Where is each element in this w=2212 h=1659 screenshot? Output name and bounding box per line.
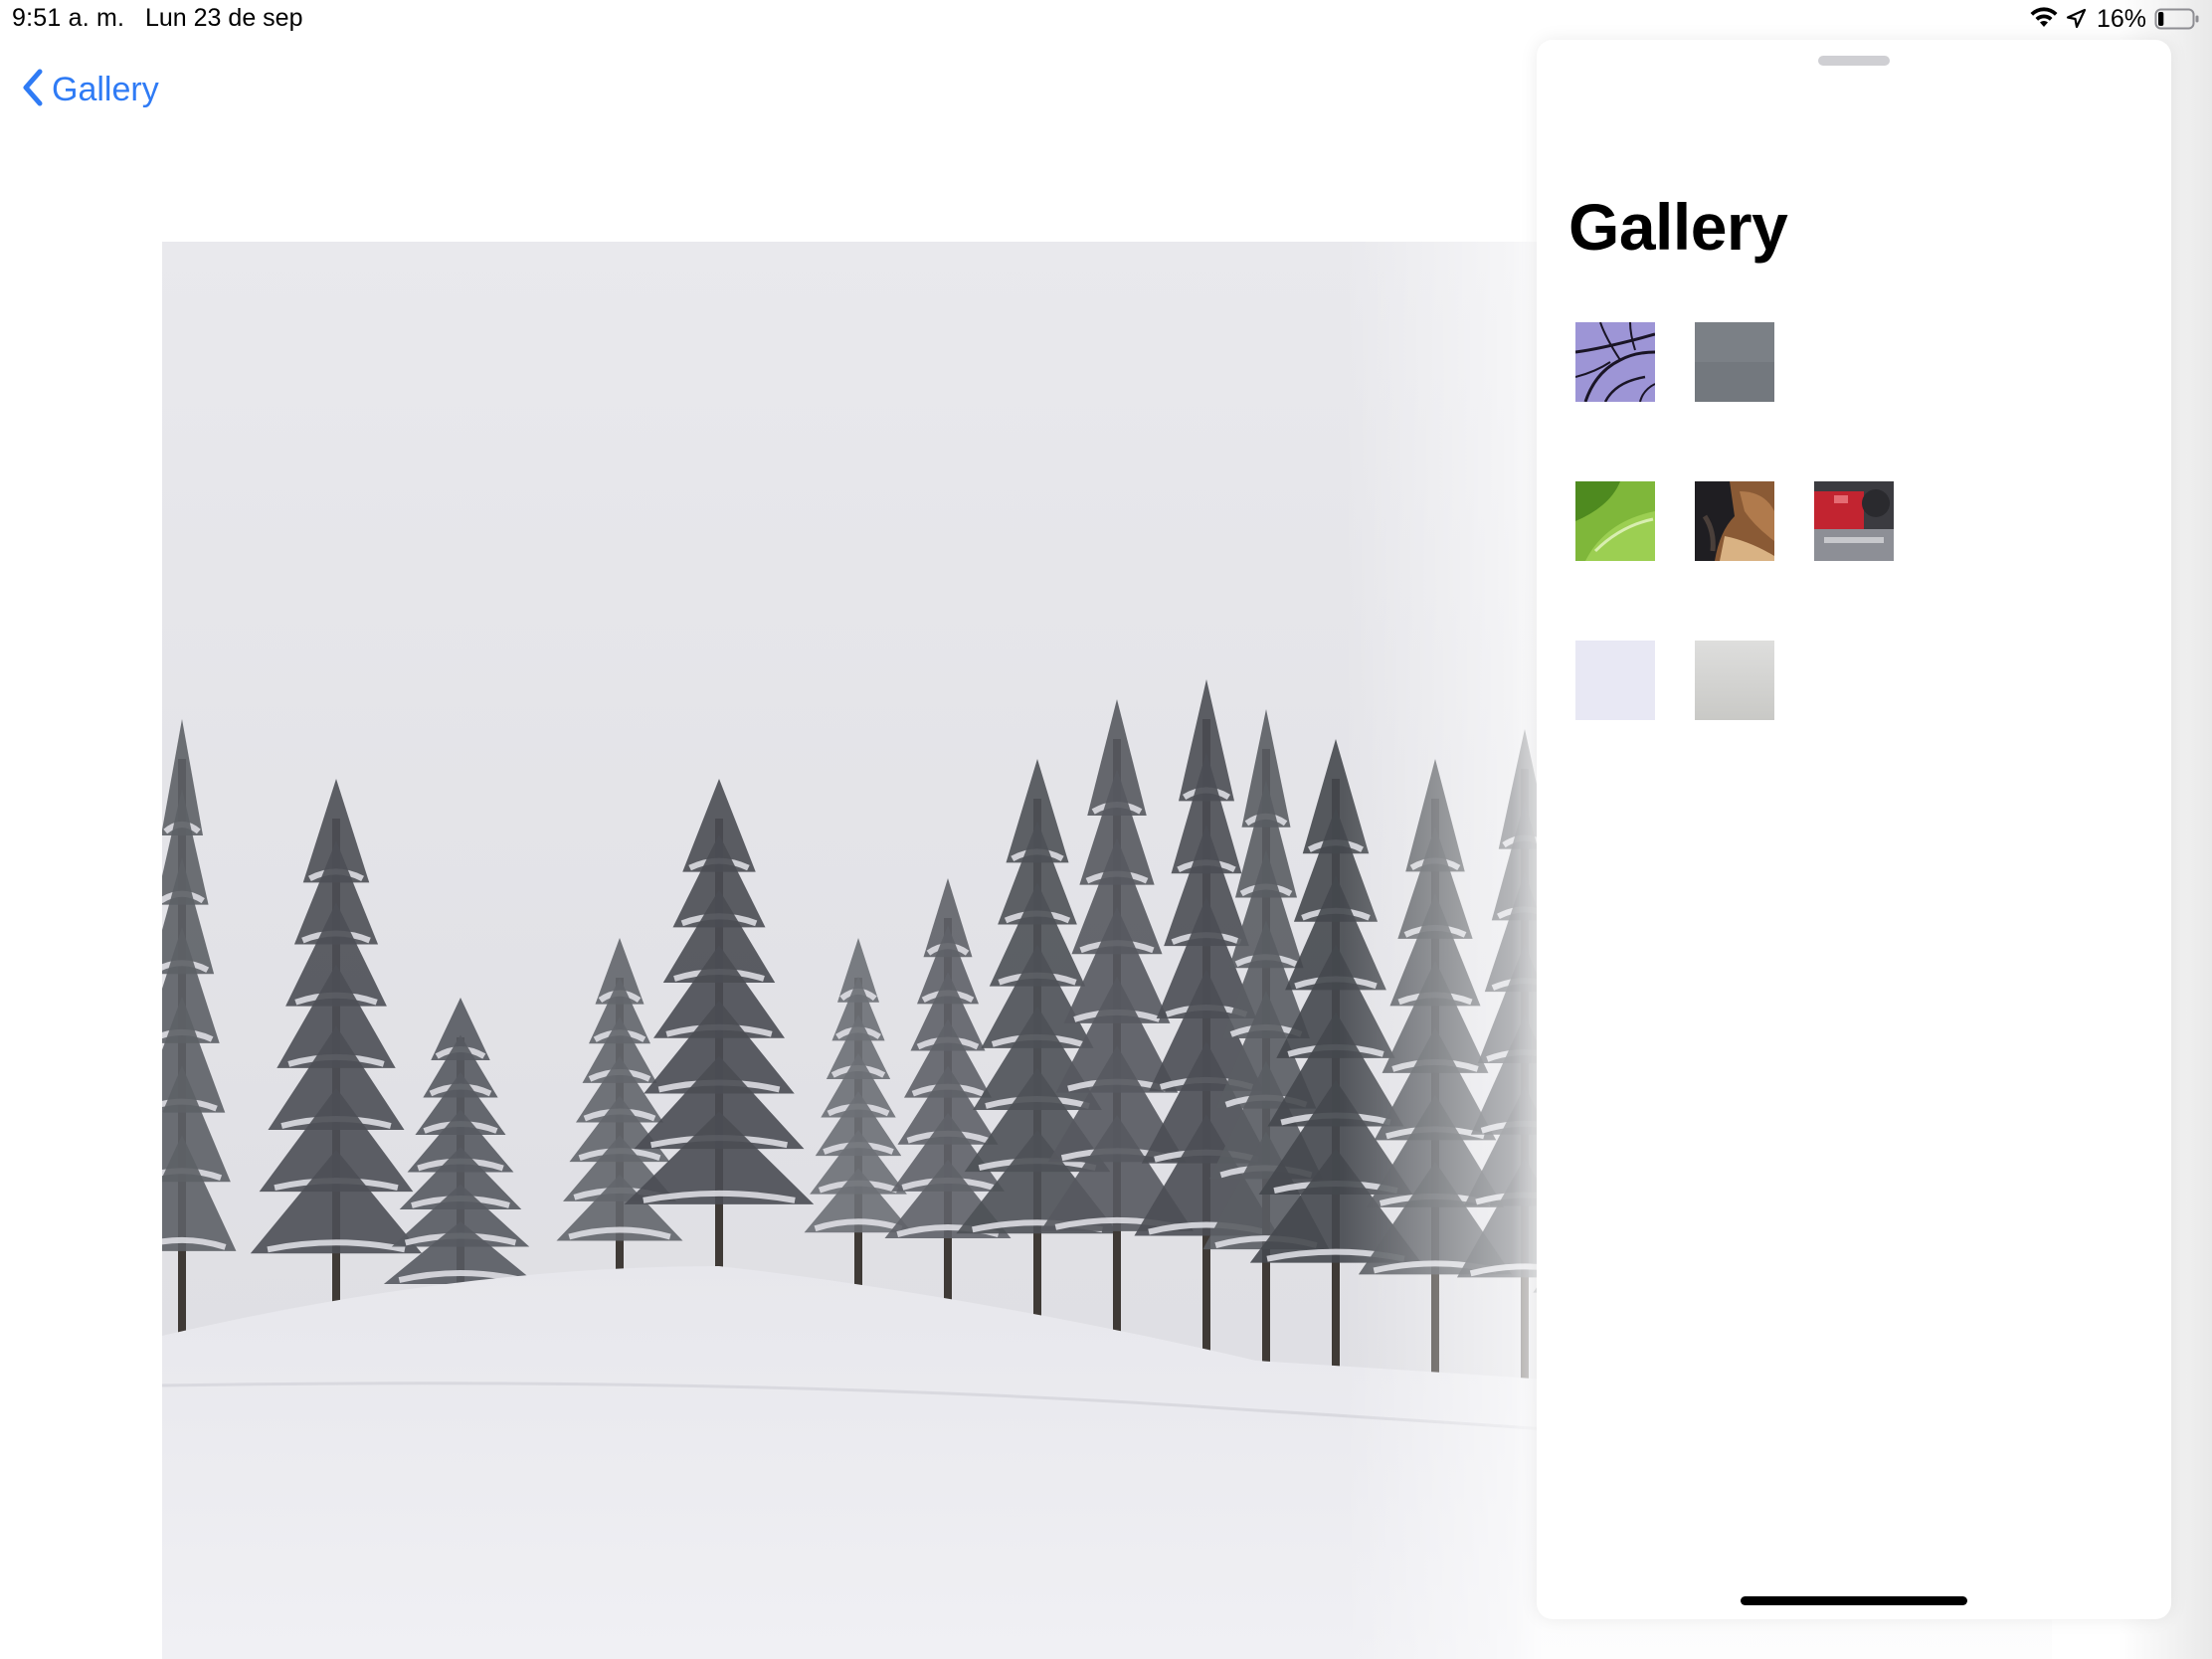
sheet-title: Gallery <box>1568 190 1788 264</box>
screen: 9:51 a. m. Lun 23 de sep 16% Gallery Gal… <box>0 0 2212 1659</box>
thumbnail-leaves[interactable] <box>1575 481 1655 561</box>
battery-icon <box>2154 7 2200 31</box>
status-indicators: 16% <box>2029 4 2200 34</box>
thumbnail-branches[interactable] <box>1575 322 1655 402</box>
gallery-sheet[interactable]: Gallery <box>1537 40 2171 1619</box>
thumbnail-red-car[interactable] <box>1814 481 1894 561</box>
thumbnail-dog[interactable] <box>1695 481 1774 561</box>
back-button[interactable]: Gallery <box>20 66 159 113</box>
status-bar: 9:51 a. m. Lun 23 de sep 16% <box>0 0 2212 40</box>
home-indicator[interactable] <box>1741 1596 1967 1605</box>
battery-percent: 16% <box>2096 4 2146 33</box>
status-date: Lun 23 de sep <box>145 4 303 32</box>
thumbnail-lavender[interactable] <box>1575 641 1655 720</box>
chevron-left-icon <box>20 68 46 112</box>
back-button-label: Gallery <box>52 70 159 108</box>
thumbnail-gray[interactable] <box>1695 322 1774 402</box>
location-arrow-icon <box>2065 7 2087 31</box>
thumbnail-light-gray[interactable] <box>1695 641 1774 720</box>
status-time: 9:51 a. m. <box>12 4 125 32</box>
sheet-grabber[interactable] <box>1818 56 1890 66</box>
wifi-icon <box>2029 7 2059 31</box>
